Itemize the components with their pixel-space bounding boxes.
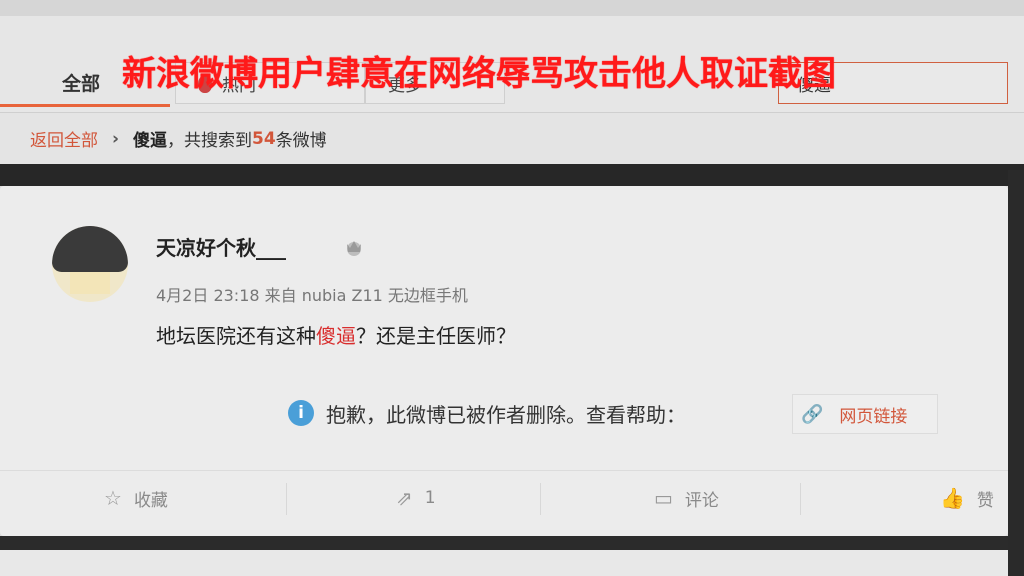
result-prefix: ，共搜索到 — [167, 131, 253, 151]
share-icon: ⇗ — [396, 486, 413, 510]
post-meta: 4月2日 23:18 来自 nubia Z11 无边框手机 — [156, 286, 468, 305]
next-post-card — [0, 550, 1008, 576]
screen-bezel-band-bottom — [0, 536, 1024, 550]
post-content-before: 地坛医院还有这种 — [156, 324, 316, 348]
crown-icon — [347, 241, 361, 256]
breadcrumb: 返回全部 › 傻逼 ，共搜索到 54 条微博 — [0, 112, 1024, 164]
comment-icon: ▭ — [654, 486, 673, 510]
result-suffix: 条微博 — [275, 131, 327, 151]
deleted-notice-text: 抱歉，此微博已被作者删除。查看帮助： — [326, 402, 686, 427]
like-button[interactable]: 👍 赞 — [940, 483, 994, 513]
back-to-all-link[interactable]: 返回全部 — [30, 126, 98, 151]
chevron-right-icon: › — [112, 128, 120, 149]
comment-button[interactable]: ▭ 评论 — [654, 483, 719, 513]
post-content-highlight: 傻逼 — [316, 324, 356, 348]
post-actions: ☆ 收藏 ⇗ 1 ▭ 评论 👍 赞 — [0, 470, 1008, 526]
share-count: 1 — [424, 488, 436, 508]
avatar[interactable] — [52, 226, 128, 302]
avatar-hair — [52, 226, 128, 272]
web-link-button[interactable]: 🔗 网页链接 — [792, 394, 938, 434]
post-card: 天凉好个秋___ 4月2日 23:18 来自 nubia Z11 无边框手机 地… — [0, 186, 1008, 536]
tab-all[interactable]: 全部 — [62, 56, 100, 108]
action-divider — [286, 483, 287, 515]
comment-label: 评论 — [684, 490, 719, 511]
action-divider — [540, 483, 541, 515]
web-link-label: 网页链接 — [839, 406, 908, 427]
info-icon: i — [288, 400, 314, 426]
avatar-face — [70, 272, 110, 294]
deleted-notice: i 抱歉，此微博已被作者删除。查看帮助： — [288, 396, 686, 430]
result-count: 54 — [252, 128, 276, 149]
favorite-label: 收藏 — [133, 490, 168, 511]
screen-bezel-band — [0, 164, 1024, 186]
post-username[interactable]: 天凉好个秋___ — [156, 232, 286, 261]
share-button[interactable]: ⇗ 1 — [396, 483, 436, 513]
overlay-title: 新浪微博用户肆意在网络辱骂攻击他人取证截图 — [122, 54, 836, 94]
screen: 全部 热门 更多 傻逼 新浪微博用户肆意在网络辱骂攻击他人取证截图 返回全部 ›… — [0, 0, 1024, 576]
post-content-after: ？还是主任医师？ — [356, 324, 516, 348]
search-keyword: 傻逼 — [133, 131, 168, 151]
link-icon: 🔗 — [801, 403, 824, 425]
screen-bezel-right — [1008, 170, 1024, 576]
action-divider — [800, 483, 801, 515]
star-icon: ☆ — [104, 486, 122, 510]
tab-all-underline — [0, 104, 170, 107]
top-stripe — [0, 0, 1024, 16]
post-content: 地坛医院还有这种傻逼？还是主任医师？ — [156, 320, 516, 349]
favorite-button[interactable]: ☆ 收藏 — [104, 483, 168, 513]
like-label: 赞 — [976, 490, 994, 511]
thumbs-up-icon: 👍 — [940, 486, 965, 510]
